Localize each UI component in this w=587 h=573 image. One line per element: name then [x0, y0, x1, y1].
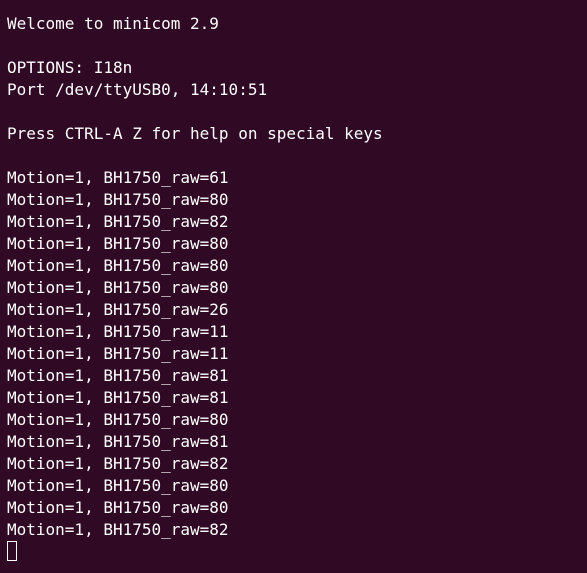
output-line: Motion=1, BH1750_raw=82 [7, 454, 229, 473]
block-cursor-icon [7, 541, 17, 561]
output-line: Motion=1, BH1750_raw=80 [7, 410, 229, 429]
output-line: Motion=1, BH1750_raw=80 [7, 278, 229, 297]
port-line: Port /dev/ttyUSB0, 14:10:51 [7, 80, 268, 99]
output-line: Motion=1, BH1750_raw=81 [7, 366, 229, 385]
options-line: OPTIONS: I18n [7, 58, 133, 77]
help-line: Press CTRL-A Z for help on special keys [7, 124, 383, 143]
output-line: Motion=1, BH1750_raw=80 [7, 498, 229, 517]
output-line: Motion=1, BH1750_raw=82 [7, 212, 229, 231]
output-line: Motion=1, BH1750_raw=80 [7, 234, 229, 253]
output-line: Motion=1, BH1750_raw=61 [7, 168, 229, 187]
output-line: Motion=1, BH1750_raw=11 [7, 344, 229, 363]
output-line: Motion=1, BH1750_raw=81 [7, 388, 229, 407]
input-line[interactable] [7, 541, 587, 563]
output-line: Motion=1, BH1750_raw=80 [7, 190, 229, 209]
welcome-line: Welcome to minicom 2.9 [7, 14, 219, 33]
output-line: Motion=1, BH1750_raw=80 [7, 476, 229, 495]
output-line: Motion=1, BH1750_raw=82 [7, 520, 229, 539]
output-line: Motion=1, BH1750_raw=26 [7, 300, 229, 319]
output-line: Motion=1, BH1750_raw=81 [7, 432, 229, 451]
output-line: Motion=1, BH1750_raw=80 [7, 256, 229, 275]
terminal-window[interactable]: Welcome to minicom 2.9 OPTIONS: I18n Por… [0, 0, 587, 573]
output-line: Motion=1, BH1750_raw=11 [7, 322, 229, 341]
